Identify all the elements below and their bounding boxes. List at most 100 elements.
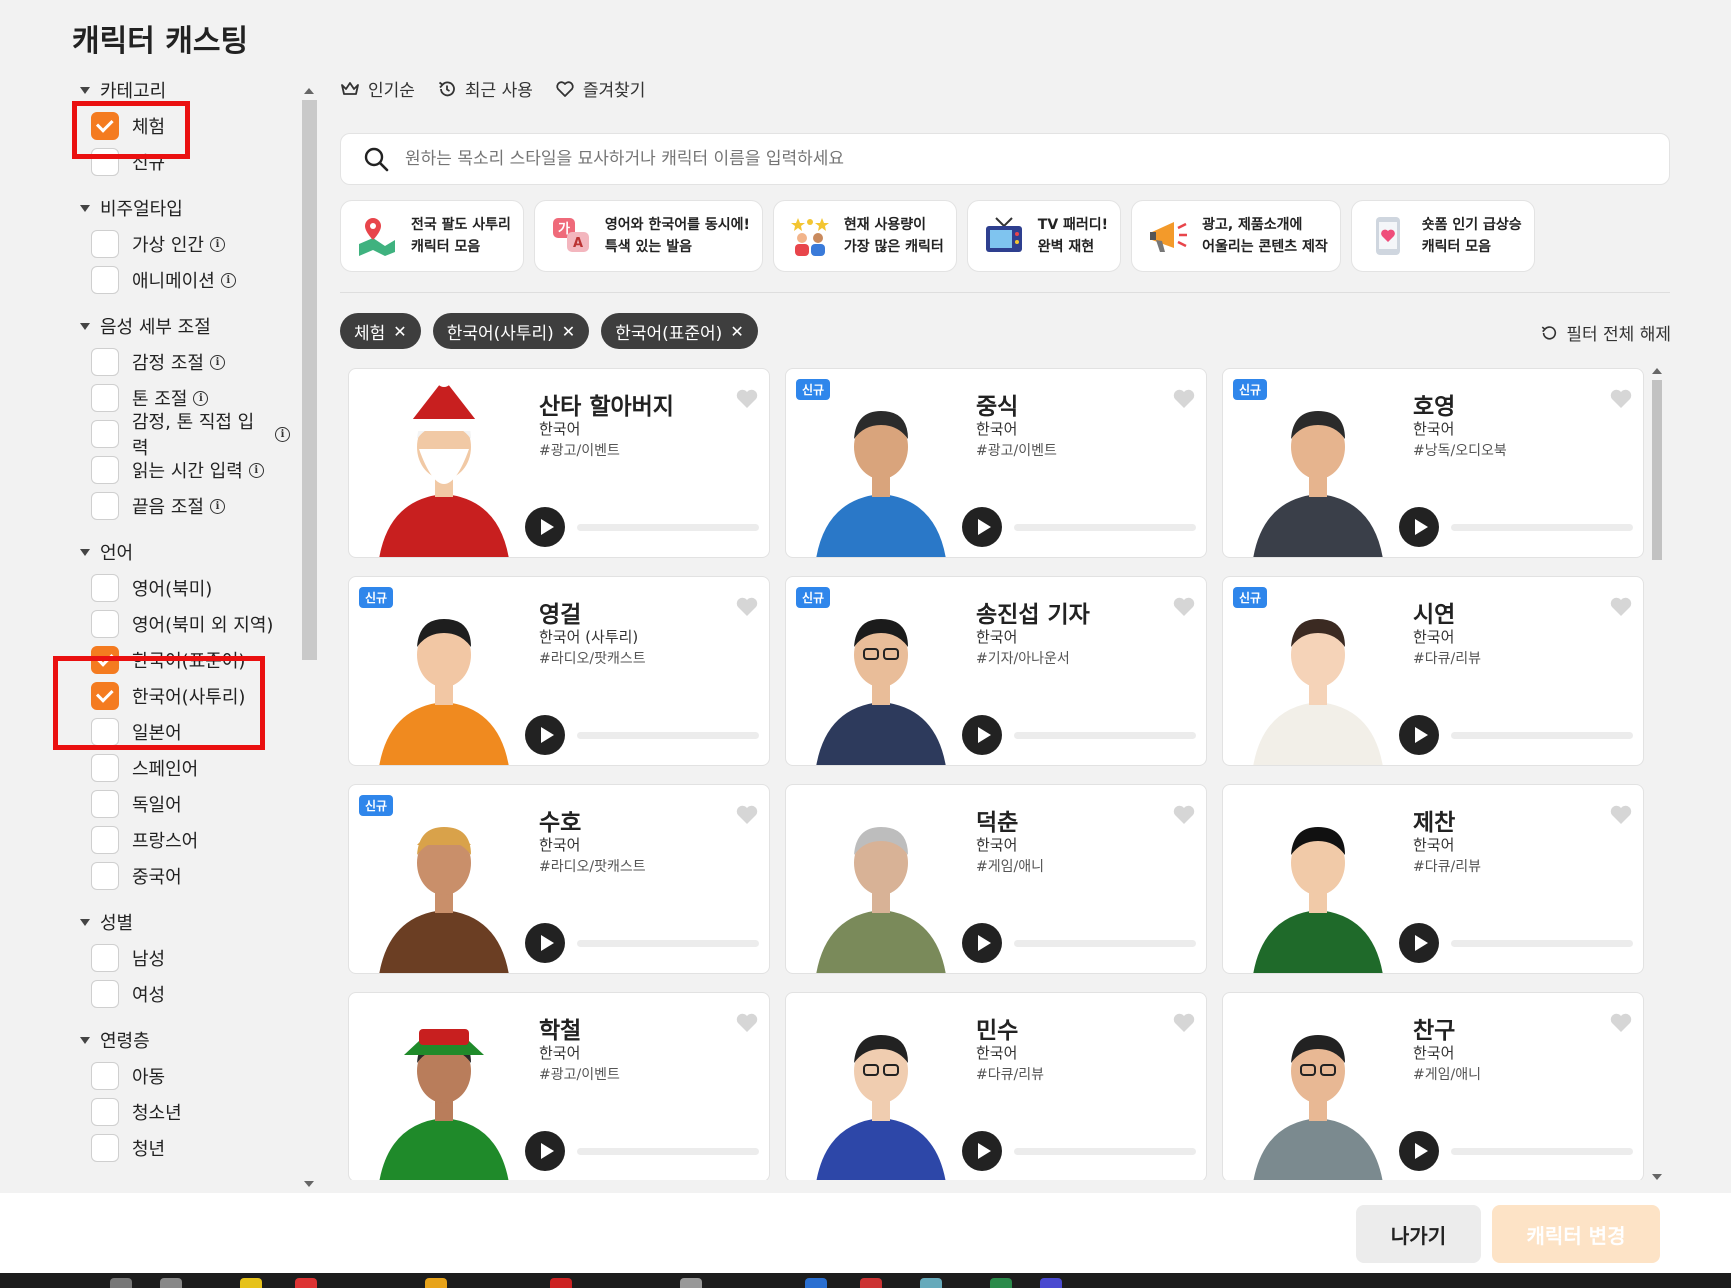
audio-progress-bar[interactable] (1014, 524, 1196, 531)
grid-scroll-thumb[interactable] (1652, 380, 1662, 560)
character-card[interactable]: 찬구 한국어 #게임/애니 (1222, 992, 1644, 1180)
play-button[interactable] (1399, 507, 1439, 547)
favorite-heart-icon[interactable] (735, 595, 759, 617)
checkbox[interactable] (91, 456, 119, 484)
filter-option[interactable]: 청소년 (91, 1094, 290, 1130)
favorite-heart-icon[interactable] (1609, 1011, 1633, 1033)
info-icon[interactable]: i (209, 236, 225, 252)
info-icon[interactable]: i (193, 390, 209, 406)
theme-card[interactable]: 현재 사용량이 가장 많은 캐릭터 (772, 200, 957, 272)
sort-recent[interactable]: 최근 사용 (437, 76, 533, 101)
theme-card[interactable]: TV 패러디! 완벽 재현 (966, 200, 1122, 272)
checkbox[interactable] (91, 944, 119, 972)
filter-section-header[interactable]: 음성 세부 조절 (80, 308, 290, 344)
audio-progress-bar[interactable] (1014, 1148, 1196, 1155)
info-icon[interactable]: i (248, 462, 264, 478)
filter-chip[interactable]: 한국어(사투리) ✕ (432, 313, 590, 349)
filter-option[interactable]: 프랑스어 (91, 822, 290, 858)
character-card[interactable]: 신규 송진섭 기자 한국어 #기자/아나운서 (785, 576, 1207, 766)
filter-option[interactable]: 감정, 톤 직접 입력 i (91, 412, 290, 459)
play-button[interactable] (962, 923, 1002, 963)
character-card[interactable]: 덕춘 한국어 #게임/애니 (785, 784, 1207, 974)
character-card[interactable]: 신규 시연 한국어 #다큐/리뷰 (1222, 576, 1644, 766)
info-icon[interactable]: i (209, 354, 225, 370)
play-button[interactable] (1399, 1131, 1439, 1171)
play-button[interactable] (525, 507, 565, 547)
favorite-heart-icon[interactable] (1609, 595, 1633, 617)
play-button[interactable] (525, 923, 565, 963)
favorite-heart-icon[interactable] (735, 1011, 759, 1033)
checkbox[interactable] (91, 790, 119, 818)
sort-favorites[interactable]: 즐겨찾기 (555, 76, 645, 101)
sidebar-scrollbar[interactable] (301, 88, 318, 1187)
character-card[interactable]: 제찬 한국어 #다큐/리뷰 (1222, 784, 1644, 974)
filter-section-header[interactable]: 연령층 (80, 1022, 290, 1058)
audio-progress-bar[interactable] (577, 1148, 759, 1155)
favorite-heart-icon[interactable] (1172, 387, 1196, 409)
character-card[interactable]: 신규 수호 한국어 #라디오/팟캐스트 (348, 784, 770, 974)
play-button[interactable] (1399, 923, 1439, 963)
filter-option[interactable]: 중국어 (91, 858, 290, 894)
sort-popular[interactable]: 인기순 (340, 76, 415, 101)
checkbox[interactable] (91, 348, 119, 376)
checkbox[interactable] (91, 492, 119, 520)
favorite-heart-icon[interactable] (735, 803, 759, 825)
theme-card[interactable]: 숏폼 인기 급상승 캐릭터 모음 (1350, 200, 1535, 272)
search-bar[interactable] (340, 133, 1670, 185)
filter-option[interactable]: 영어(북미 외 지역) (91, 606, 290, 642)
filter-option[interactable]: 감정 조절 i (91, 344, 290, 380)
search-input[interactable] (405, 149, 1605, 169)
play-button[interactable] (962, 507, 1002, 547)
character-card[interactable]: 신규 중식 한국어 #광고/이벤트 (785, 368, 1207, 558)
theme-card[interactable]: 광고, 제품소개에 어울리는 콘텐츠 제작 (1131, 200, 1341, 272)
exit-button[interactable]: 나가기 (1356, 1205, 1481, 1263)
checkbox[interactable] (91, 980, 119, 1008)
checkbox[interactable] (91, 826, 119, 854)
info-icon[interactable]: i (275, 426, 290, 442)
character-card[interactable]: 민수 한국어 #다큐/리뷰 (785, 992, 1207, 1180)
filter-option[interactable]: 독일어 (91, 786, 290, 822)
theme-card[interactable]: 전국 팔도 사투리 캐릭터 모음 (340, 200, 524, 272)
audio-progress-bar[interactable] (1451, 1148, 1633, 1155)
favorite-heart-icon[interactable] (1172, 1011, 1196, 1033)
filter-chip[interactable]: 체험 ✕ (340, 313, 421, 349)
filter-section-header[interactable]: 언어 (80, 534, 290, 570)
checkbox[interactable] (91, 754, 119, 782)
checkbox[interactable] (91, 862, 119, 890)
checkbox[interactable] (91, 230, 119, 258)
filter-option[interactable]: 아동 (91, 1058, 290, 1094)
character-card[interactable]: 학철 한국어 #광고/이벤트 (348, 992, 770, 1180)
audio-progress-bar[interactable] (1014, 940, 1196, 947)
play-button[interactable] (525, 715, 565, 755)
filter-section-header[interactable]: 성별 (80, 904, 290, 940)
filter-option[interactable]: 남성 (91, 940, 290, 976)
favorite-heart-icon[interactable] (1609, 803, 1633, 825)
grid-scrollbar[interactable] (1650, 368, 1664, 1180)
filter-section-header[interactable]: 비주얼타입 (80, 190, 290, 226)
filter-option[interactable]: 여성 (91, 976, 290, 1012)
checkbox[interactable] (91, 574, 119, 602)
audio-progress-bar[interactable] (1451, 524, 1633, 531)
filter-option[interactable]: 영어(북미) (91, 570, 290, 606)
audio-progress-bar[interactable] (1451, 732, 1633, 739)
audio-progress-bar[interactable] (1451, 940, 1633, 947)
favorite-heart-icon[interactable] (1172, 595, 1196, 617)
audio-progress-bar[interactable] (577, 524, 759, 531)
filter-option[interactable]: 청년 (91, 1130, 290, 1166)
favorite-heart-icon[interactable] (1609, 387, 1633, 409)
filter-chip[interactable]: 한국어(표준어) ✕ (601, 313, 758, 349)
play-button[interactable] (962, 715, 1002, 755)
filter-option[interactable]: 애니메이션 i (91, 262, 290, 298)
checkbox[interactable] (91, 1098, 119, 1126)
filter-option[interactable]: 끝음 조절 i (91, 488, 290, 524)
sidebar-scroll-thumb[interactable] (302, 100, 317, 660)
favorite-heart-icon[interactable] (1172, 803, 1196, 825)
checkbox[interactable] (91, 1062, 119, 1090)
filter-option[interactable]: 가상 인간 i (91, 226, 290, 262)
play-button[interactable] (525, 1131, 565, 1171)
checkbox[interactable] (91, 1134, 119, 1162)
checkbox[interactable] (91, 610, 119, 638)
play-button[interactable] (962, 1131, 1002, 1171)
character-card[interactable]: 신규 영걸 한국어 (사투리) #라디오/팟캐스트 (348, 576, 770, 766)
remove-chip-icon[interactable]: ✕ (393, 322, 406, 341)
